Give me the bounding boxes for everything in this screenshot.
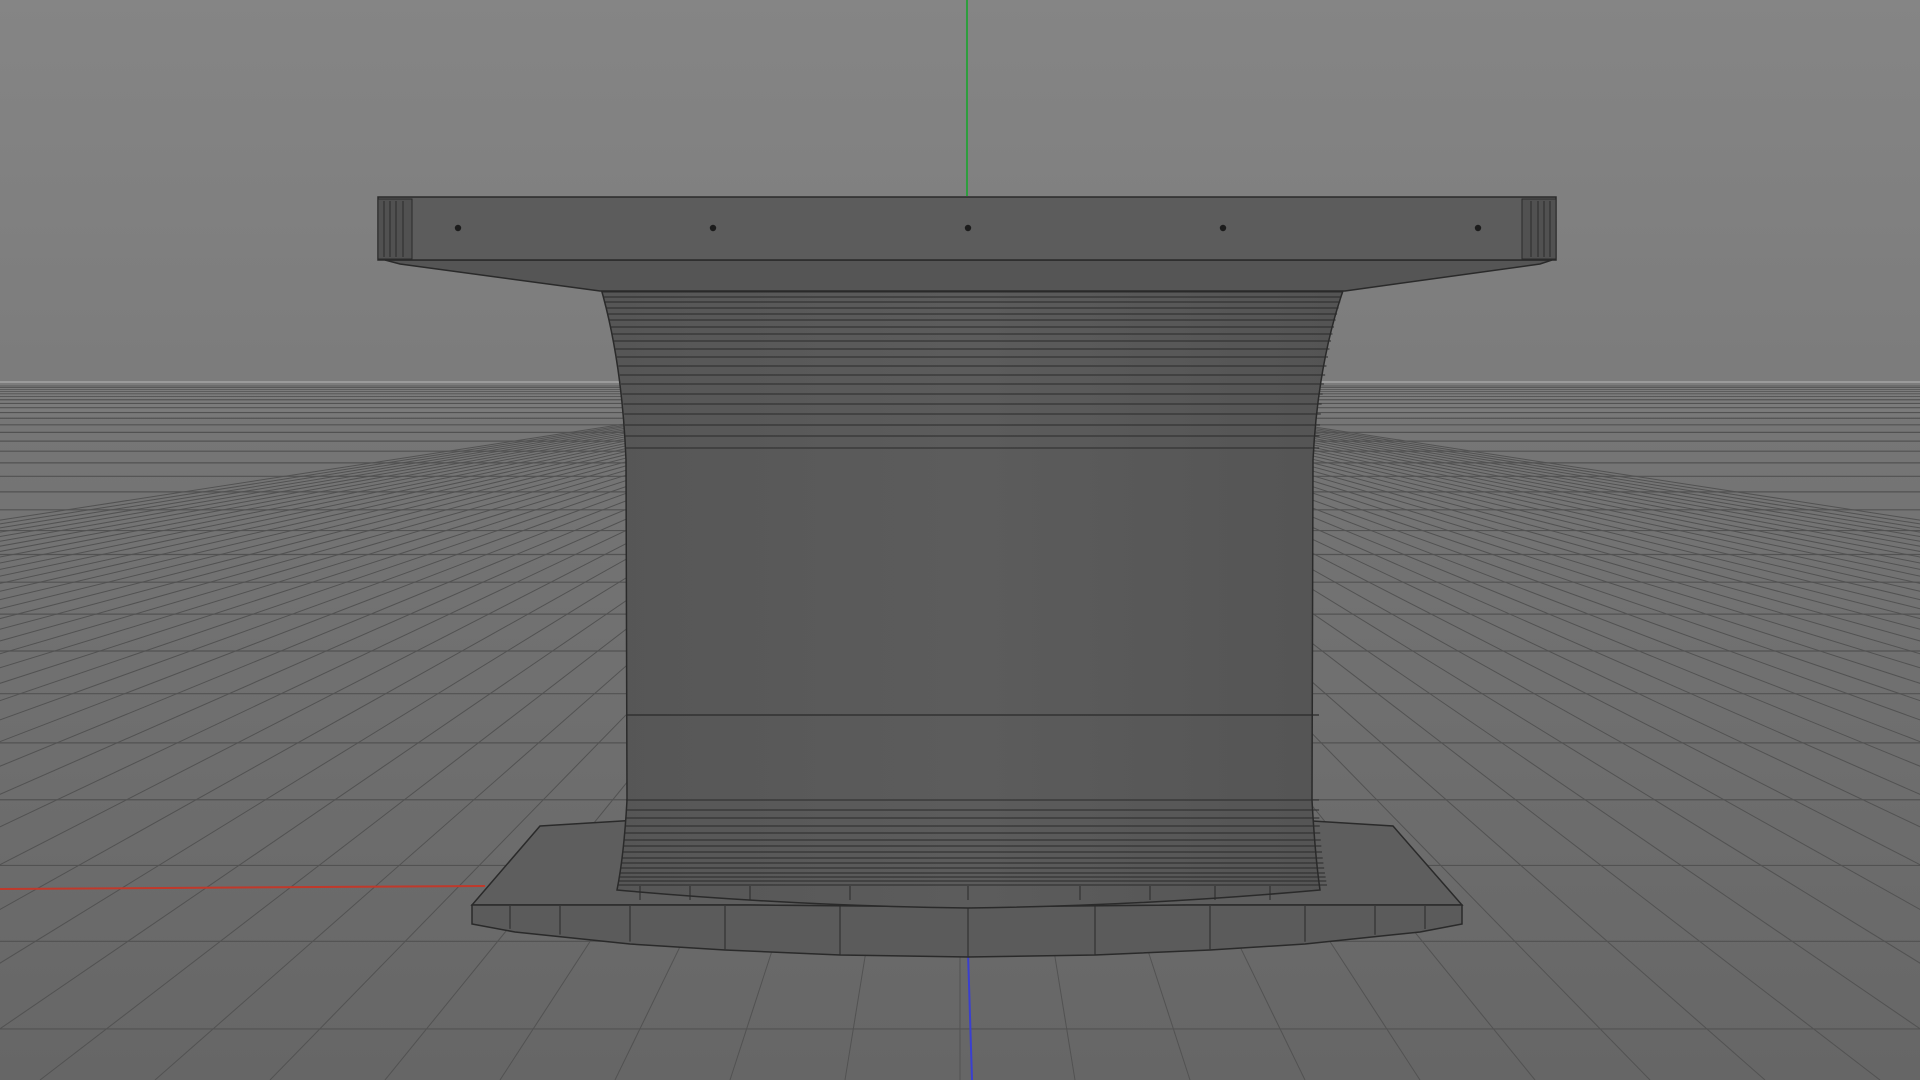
tabletop-left-bevel — [377, 198, 413, 260]
tabletop-underside — [384, 259, 1553, 292]
table-top[interactable] — [377, 196, 1557, 292]
bolt-dot — [454, 224, 462, 232]
bolt-dot — [964, 224, 972, 232]
bolt-dot — [1219, 224, 1227, 232]
viewport-canvas[interactable] — [0, 0, 1920, 1080]
3d-viewport[interactable] — [0, 0, 1920, 1080]
bolt-dot — [709, 224, 717, 232]
table-pedestal[interactable] — [592, 266, 1350, 909]
pedestal-body — [598, 284, 1347, 909]
bolt-dot — [1474, 224, 1482, 232]
tabletop-right-bevel — [1521, 198, 1557, 260]
